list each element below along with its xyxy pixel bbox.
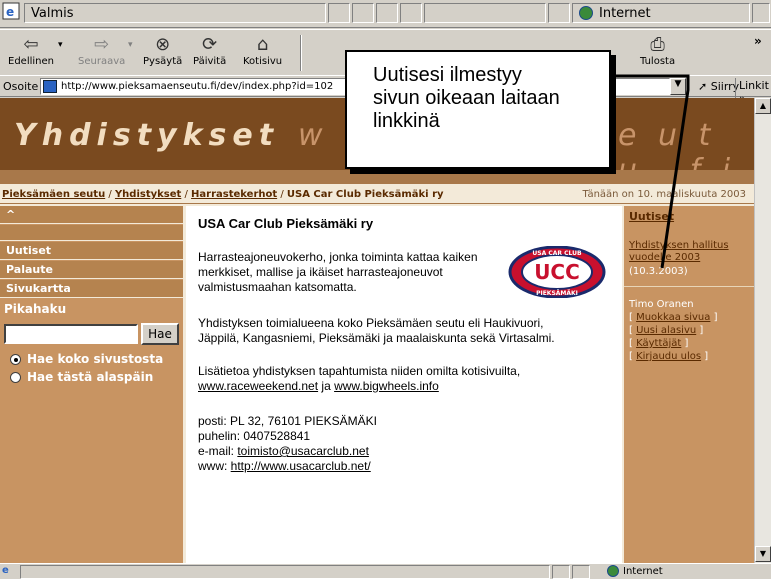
nav-item-up[interactable]: ^ (0, 206, 183, 224)
logo-top-text: USA CAR CLUB (532, 250, 582, 257)
news-link[interactable]: Yhdistyksen hallitus vuodelle 2003 (629, 240, 729, 264)
home-button[interactable]: ⌂ Kotisivu (243, 32, 282, 68)
postal-address: posti: PL 32, 76101 PIEKSÄMÄKI (198, 414, 377, 428)
annotation-callout: Uutisesi ilmestyy sivun oikeaan laitaan … (345, 50, 611, 169)
stop-icon: ⊗ (155, 33, 171, 55)
scroll-down-icon[interactable]: ▼ (755, 546, 771, 562)
main-content: USA Car Club Pieksämäki ry Harrasteajone… (186, 206, 622, 563)
radio-selected-icon (10, 353, 21, 365)
forward-dropdown-icon[interactable]: ▾ (128, 40, 133, 50)
status-cell (376, 3, 398, 23)
status-cell (328, 3, 350, 23)
breadcrumb-current: USA Car Club Pieksämäki ry (286, 189, 444, 200)
back-dropdown-icon[interactable]: ▾ (58, 40, 63, 50)
nav-item-palaute[interactable]: Palaute (0, 261, 183, 279)
toolbar-separator (300, 35, 302, 71)
address-dropdown-icon[interactable]: ▼ (670, 78, 686, 95)
breadcrumb-link[interactable]: Harrastekerhot (191, 189, 277, 200)
globe-icon (607, 565, 619, 577)
ie-page-icon: e (2, 2, 20, 20)
status-cell (424, 3, 546, 23)
page-title: USA Car Club Pieksämäki ry (198, 216, 374, 231)
back-button[interactable]: ⇦ Edellinen (8, 32, 54, 68)
radio-search-below[interactable]: Hae tästä alaspäin (10, 370, 153, 384)
right-divider (624, 286, 754, 287)
resize-grip[interactable] (752, 3, 770, 23)
status-zone: Internet (607, 565, 663, 577)
zone-text: Internet (599, 5, 651, 21)
raceweekend-link[interactable]: www.raceweekend.net (198, 379, 318, 393)
forward-arrow-icon: ⇨ (94, 33, 110, 55)
refresh-button[interactable]: ⟳ Päivitä (193, 32, 226, 68)
banner-band (0, 170, 754, 184)
contact-info: posti: PL 32, 76101 PIEKSÄMÄKI puhelin: … (198, 414, 377, 473)
edit-page-link[interactable]: [ Muokkaa sivua ] (629, 312, 717, 323)
email-link[interactable]: toimisto@usacarclub.net (237, 444, 369, 458)
logo-bottom-text: PIEKSÄMÄKI (536, 290, 578, 297)
intro-paragraph: Harrasteajoneuvokerho, jonka toiminta ka… (198, 250, 478, 294)
zone-field: Internet (572, 3, 750, 23)
banner-title: Yhdistykset (14, 118, 280, 153)
back-arrow-icon: ⇦ (23, 33, 39, 55)
phone: puhelin: 0407528841 (198, 429, 311, 443)
status-cell (352, 3, 374, 23)
ucc-club-logo: USA CAR CLUB UCC PIEKSÄMÄKI (508, 246, 606, 298)
scroll-up-icon[interactable]: ▲ (755, 98, 771, 114)
toolbar-more-chevron[interactable]: » (754, 34, 762, 48)
region-paragraph: Yhdistyksen toimialueena koko Pieksämäen… (198, 316, 555, 345)
globe-icon (579, 6, 593, 20)
browser-window: e Valmis Internet ⇦ Edellinen ▾ ⇨ Seuraa… (0, 0, 771, 579)
go-arrow-icon: ➚ (698, 80, 711, 93)
status-bar: e Internet (0, 563, 771, 579)
quick-search-title: Pikahaku (4, 302, 67, 316)
status-message-cell (20, 565, 550, 579)
printer-icon: ⎙ (650, 33, 665, 55)
stop-button[interactable]: ⊗ Pysäytä (143, 32, 182, 68)
go-button[interactable]: ➚ Siirry (698, 80, 739, 93)
logout-link[interactable]: [ Kirjaudu ulos ] (629, 351, 708, 362)
status-cell (552, 565, 570, 579)
address-label: Osoite (3, 80, 39, 93)
current-date: Tänään on 10. maaliskuuta 2003 (582, 189, 747, 200)
nav-item-uutiset[interactable]: Uutiset (0, 242, 183, 260)
links-paragraph: Lisätietoa yhdistyksen tapahtumista niid… (198, 364, 521, 393)
vertical-scrollbar[interactable]: ▲ ▼ (754, 98, 771, 563)
address-url: http://www.pieksamaenseutu.fi/dev/index.… (61, 81, 334, 92)
breadcrumb: Pieksämäen seutu / Yhdistykset / Harrast… (0, 186, 754, 204)
logo-main-text: UCC (534, 260, 580, 284)
users-link[interactable]: [ Käyttäjät ] (629, 338, 688, 349)
nav-item-sivukartta[interactable]: Sivukartta (0, 280, 183, 298)
radio-search-site[interactable]: Hae koko sivustosta (10, 352, 163, 366)
status-cell (548, 3, 570, 23)
bigwheels-link[interactable]: www.bigwheels.info (334, 379, 439, 393)
forward-button[interactable]: ⇨ Seuraava (78, 32, 125, 68)
website-link[interactable]: http://www.usacarclub.net/ (231, 459, 371, 473)
logged-in-user: Timo Oranen (629, 299, 694, 310)
status-text: Valmis (24, 3, 326, 23)
svg-text:e: e (6, 5, 14, 19)
quick-search-input[interactable] (4, 324, 138, 344)
radio-unselected-icon (10, 371, 21, 383)
news-heading[interactable]: Uutiset (629, 210, 674, 223)
new-subpage-link[interactable]: [ Uusi alasivu ] (629, 325, 703, 336)
breadcrumb-link[interactable]: Yhdistykset (115, 189, 181, 200)
news-date: (10.3.2003) (629, 266, 688, 277)
print-button[interactable]: ⎙ Tulosta (640, 32, 675, 68)
left-navigation: ^ Uutiset Palaute Sivukartta Pikahaku Ha… (0, 206, 183, 563)
nav-item-empty (0, 225, 183, 241)
top-status-strip: e Valmis Internet (0, 0, 771, 28)
refresh-icon: ⟳ (202, 33, 218, 55)
status-cell (572, 565, 590, 579)
breadcrumb-link[interactable]: Pieksämäen seutu (2, 189, 105, 200)
status-cell (400, 3, 422, 23)
quick-search-button[interactable]: Hae (141, 323, 179, 345)
home-icon: ⌂ (256, 33, 269, 55)
ie-status-icon: e (2, 565, 9, 576)
page-icon (43, 80, 57, 93)
right-column: Uutiset Yhdistyksen hallitus vuodelle 20… (624, 206, 754, 563)
